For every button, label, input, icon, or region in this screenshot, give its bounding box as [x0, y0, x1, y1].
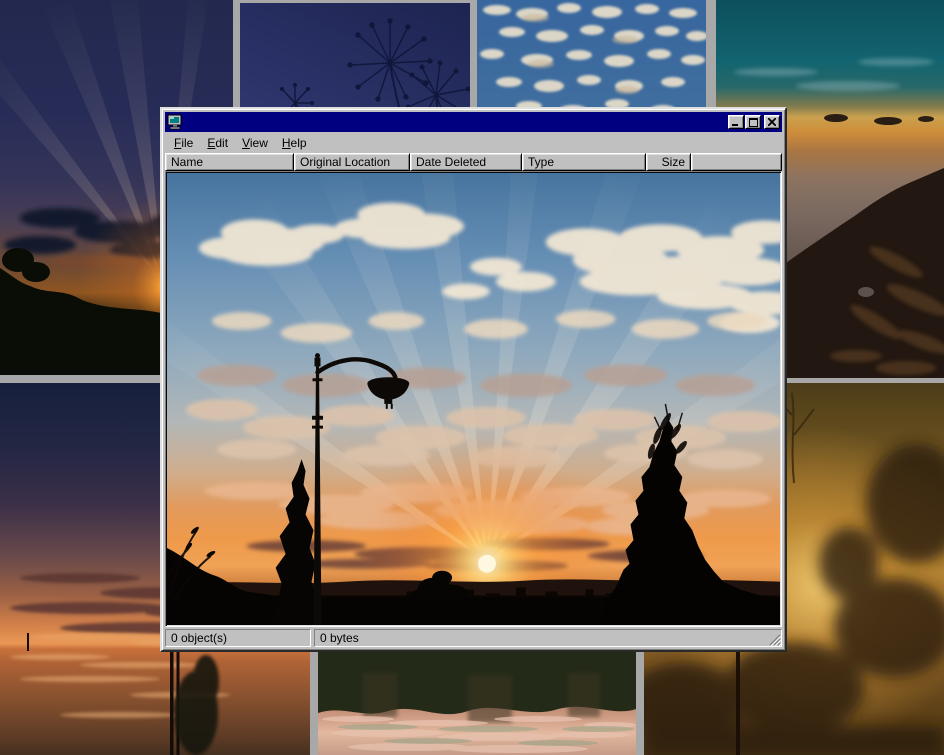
list-column-headers: Name Original Location Date Deleted Type…: [165, 153, 782, 171]
maximize-icon: [749, 118, 758, 127]
close-button[interactable]: [764, 115, 780, 129]
menu-edit[interactable]: Edit: [200, 134, 235, 153]
maximize-button[interactable]: [745, 115, 761, 129]
status-size-text: 0 bytes: [320, 631, 359, 645]
recycle-bin-window: File Edit View Help Name Original Locati…: [160, 107, 787, 652]
status-bar: 0 object(s) 0 bytes: [165, 629, 782, 647]
column-header-size[interactable]: Size: [646, 153, 691, 171]
status-size: 0 bytes: [314, 629, 782, 647]
sun: [478, 555, 496, 573]
column-header-original-location[interactable]: Original Location: [294, 153, 410, 171]
computer-icon: [167, 114, 183, 130]
menu-view[interactable]: View: [235, 134, 275, 153]
column-header-filler[interactable]: [691, 153, 782, 171]
status-object-count: 0 object(s): [165, 629, 311, 647]
list-view-sunset-photo[interactable]: [165, 171, 782, 627]
minimize-button[interactable]: [728, 115, 744, 129]
menu-file[interactable]: File: [167, 134, 200, 153]
menu-bar: File Edit View Help: [165, 133, 782, 153]
titlebar[interactable]: [165, 112, 782, 132]
column-header-type[interactable]: Type: [522, 153, 646, 171]
minimize-icon: [732, 124, 738, 126]
menu-help[interactable]: Help: [275, 134, 314, 153]
column-header-date-deleted[interactable]: Date Deleted: [410, 153, 522, 171]
column-header-name[interactable]: Name: [165, 153, 294, 171]
resize-grip-icon[interactable]: [768, 633, 781, 646]
close-icon: [768, 118, 776, 126]
window-background-photo: [167, 173, 780, 625]
